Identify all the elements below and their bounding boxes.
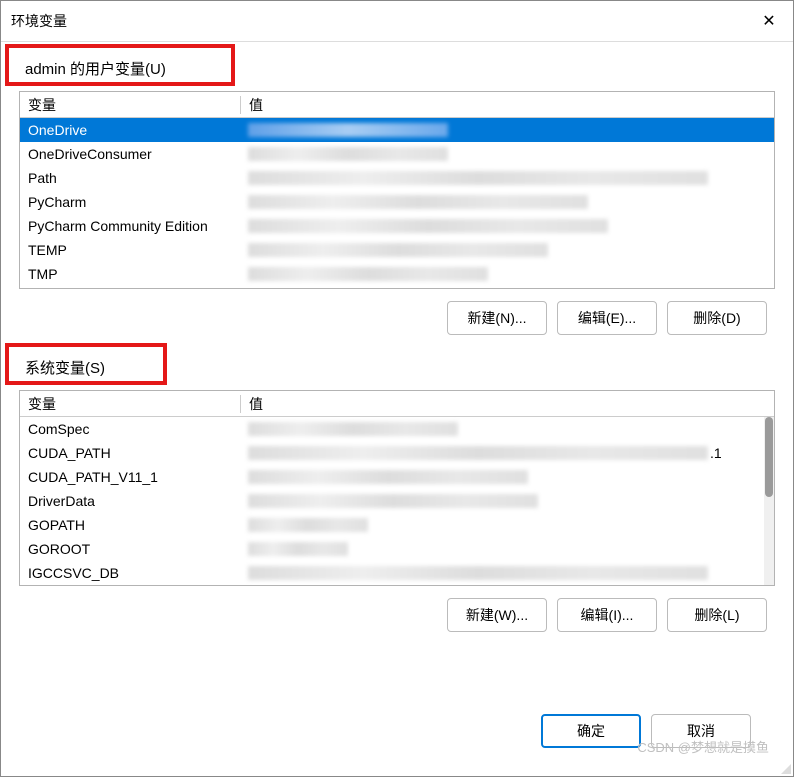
system-variables-table[interactable]: 变量 值 ComSpecCUDA_PATH.1CUDA_PATH_V11_1Dr… bbox=[19, 390, 775, 586]
table-row[interactable]: IGCCSVC_DB bbox=[20, 561, 774, 585]
system-delete-button[interactable]: 删除(L) bbox=[667, 598, 767, 632]
dialog-content: admin 的用户变量(U) 变量 值 OneDrive OneDriveCons… bbox=[1, 42, 793, 776]
variable-value-cell: .1 bbox=[240, 441, 774, 465]
column-header-value[interactable]: 值 bbox=[241, 91, 774, 119]
system-new-button[interactable]: 新建(W)... bbox=[447, 598, 547, 632]
variable-value-cell bbox=[240, 465, 774, 489]
table-row[interactable]: GOROOT bbox=[20, 537, 774, 561]
table-row[interactable]: CUDA_PATH.1 bbox=[20, 441, 774, 465]
variable-name-cell: DriverData bbox=[20, 491, 240, 511]
close-button[interactable]: ✕ bbox=[755, 7, 783, 35]
variable-name-cell: GOPATH bbox=[20, 515, 240, 535]
variable-value-cell bbox=[240, 537, 774, 561]
titlebar: 环境变量 ✕ bbox=[1, 1, 793, 42]
variable-value-cell bbox=[240, 238, 774, 262]
variable-name-cell: OneDriveConsumer bbox=[20, 144, 240, 164]
variable-value-cell bbox=[240, 142, 774, 166]
variable-name-cell: ComSpec bbox=[20, 419, 240, 439]
scrollbar[interactable] bbox=[764, 417, 774, 585]
cancel-button[interactable]: 取消 bbox=[651, 714, 751, 748]
variable-value-cell bbox=[240, 561, 774, 585]
column-header-variable[interactable]: 变量 bbox=[20, 91, 240, 119]
table-header: 变量 值 bbox=[20, 391, 774, 417]
user-variables-label: admin 的用户变量(U) bbox=[19, 54, 172, 83]
variable-value-cell bbox=[240, 417, 774, 441]
user-table-body: OneDrive OneDriveConsumer Path PyCharm PyCha… bbox=[20, 118, 774, 288]
scrollbar-thumb[interactable] bbox=[765, 417, 773, 497]
system-button-row: 新建(W)... 编辑(I)... 删除(L) bbox=[19, 598, 775, 632]
variable-value-cell bbox=[240, 118, 774, 142]
table-row[interactable]: PyCharm Community Edition bbox=[20, 214, 774, 238]
table-row[interactable]: PyCharm bbox=[20, 190, 774, 214]
variable-name-cell: TEMP bbox=[20, 240, 240, 260]
user-delete-button[interactable]: 删除(D) bbox=[667, 301, 767, 335]
variable-name-cell: Path bbox=[20, 168, 240, 188]
system-variables-section: 系统变量(S) 变量 值 ComSpecCUDA_PATH.1CUDA_PATH… bbox=[19, 353, 775, 632]
table-header: 变量 值 bbox=[20, 92, 774, 118]
window-title: 环境变量 bbox=[11, 11, 67, 31]
table-row[interactable]: OneDrive bbox=[20, 118, 774, 142]
table-row[interactable]: GOPATH bbox=[20, 513, 774, 537]
table-row[interactable]: ComSpec bbox=[20, 417, 774, 441]
variable-name-cell: CUDA_PATH_V11_1 bbox=[20, 467, 240, 487]
system-table-body: ComSpecCUDA_PATH.1CUDA_PATH_V11_1DriverD… bbox=[20, 417, 774, 585]
variable-name-cell: TMP bbox=[20, 264, 240, 284]
variable-value-cell bbox=[240, 262, 774, 286]
system-variables-label: 系统变量(S) bbox=[19, 353, 111, 382]
table-row[interactable]: Path bbox=[20, 166, 774, 190]
table-row[interactable]: DriverData bbox=[20, 489, 774, 513]
user-variables-table[interactable]: 变量 值 OneDrive OneDriveConsumer Path PyCharm… bbox=[19, 91, 775, 289]
table-row[interactable]: CUDA_PATH_V11_1 bbox=[20, 465, 774, 489]
variable-value-cell bbox=[240, 166, 774, 190]
variable-name-cell: OneDrive bbox=[20, 120, 240, 140]
table-row[interactable]: TMP bbox=[20, 262, 774, 286]
variable-name-cell: GOROOT bbox=[20, 539, 240, 559]
user-variables-section: admin 的用户变量(U) 变量 值 OneDrive OneDriveCons… bbox=[19, 54, 775, 335]
dialog-button-row: 确定 取消 bbox=[19, 706, 775, 766]
variable-name-cell: CUDA_PATH bbox=[20, 443, 240, 463]
column-header-value[interactable]: 值 bbox=[241, 390, 774, 418]
variable-value-cell bbox=[240, 489, 774, 513]
user-edit-button[interactable]: 编辑(E)... bbox=[557, 301, 657, 335]
ok-button[interactable]: 确定 bbox=[541, 714, 641, 748]
variable-value-cell bbox=[240, 214, 774, 238]
variable-value-cell bbox=[240, 513, 774, 537]
user-new-button[interactable]: 新建(N)... bbox=[447, 301, 547, 335]
column-header-variable[interactable]: 变量 bbox=[20, 390, 240, 418]
variable-name-cell: IGCCSVC_DB bbox=[20, 563, 240, 583]
table-row[interactable]: TEMP bbox=[20, 238, 774, 262]
table-row[interactable]: OneDriveConsumer bbox=[20, 142, 774, 166]
environment-variables-dialog: 环境变量 ✕ admin 的用户变量(U) 变量 值 OneDriveOneDr… bbox=[0, 0, 794, 777]
variable-name-cell: PyCharm Community Edition bbox=[20, 216, 240, 236]
variable-value-cell bbox=[240, 190, 774, 214]
variable-name-cell: PyCharm bbox=[20, 192, 240, 212]
user-button-row: 新建(N)... 编辑(E)... 删除(D) bbox=[19, 301, 775, 335]
close-icon: ✕ bbox=[762, 11, 775, 31]
system-edit-button[interactable]: 编辑(I)... bbox=[557, 598, 657, 632]
